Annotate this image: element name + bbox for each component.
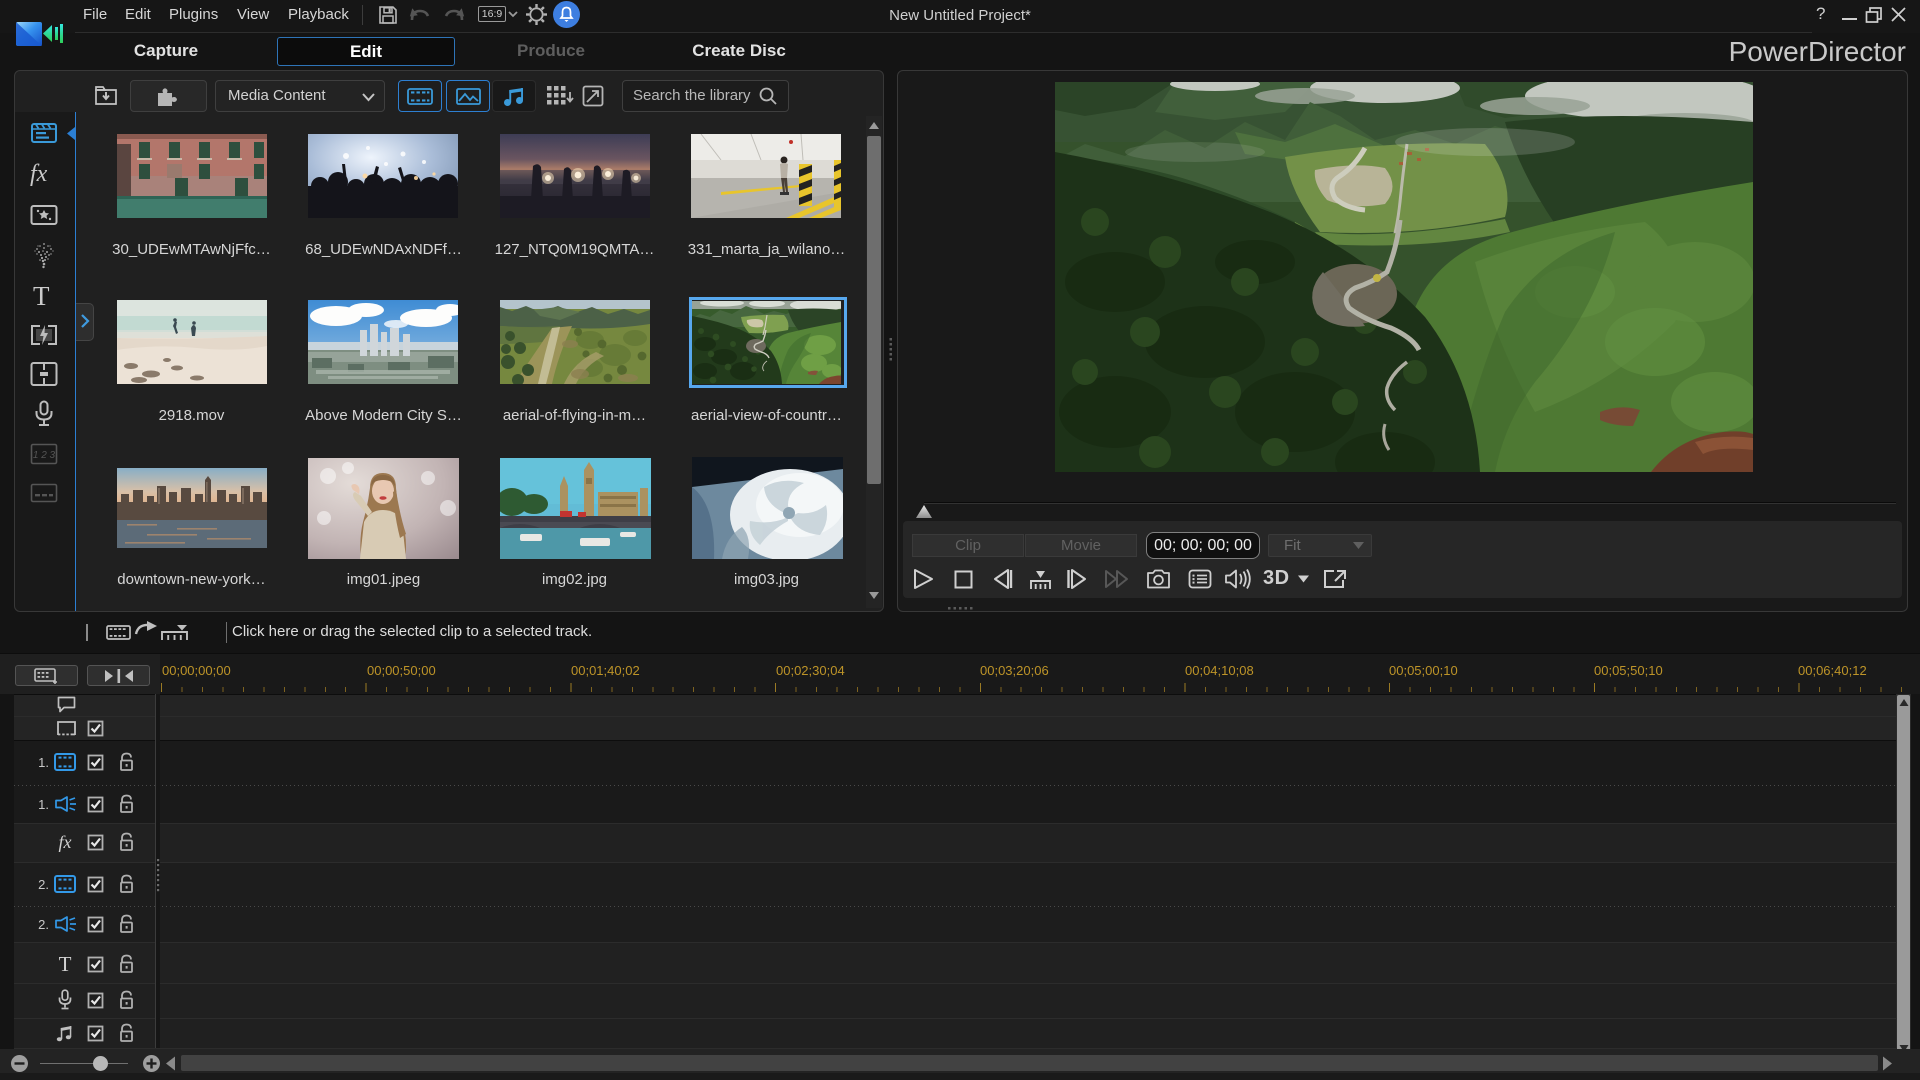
svg-text:1 2 3: 1 2 3	[33, 450, 56, 461]
